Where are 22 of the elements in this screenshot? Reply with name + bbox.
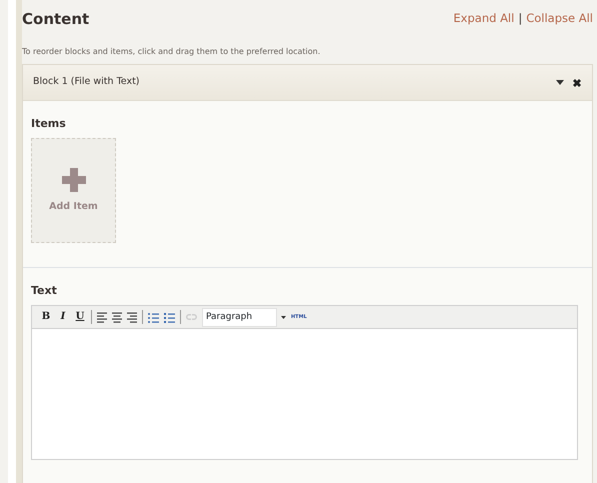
plus-icon[interactable] — [62, 168, 86, 192]
italic-button[interactable]: I — [57, 312, 69, 322]
link-separator: | — [518, 10, 522, 27]
section-title: Content — [22, 10, 90, 28]
bullet-list-icon[interactable] — [148, 312, 159, 323]
align-center-icon[interactable] — [112, 312, 122, 323]
block-title: Block 1 (File with Text) — [33, 75, 140, 90]
numbered-list-icon[interactable] — [164, 312, 175, 323]
bold-button[interactable]: B — [40, 312, 52, 322]
format-dropdown[interactable]: Paragraph — [202, 308, 277, 327]
link[interactable]: Expand All — [453, 10, 514, 28]
close-icon[interactable] — [572, 78, 582, 88]
instruction-text: To reorder blocks and items, click and drag them to the preferred location. — [22, 46, 322, 58]
caret-icon[interactable] — [281, 316, 286, 319]
section-heading: Items — [31, 117, 67, 130]
align-right-icon[interactable] — [127, 312, 137, 323]
link[interactable]: Collapse All — [526, 10, 593, 28]
block-header[interactable]: Block 1 (File with Text) — [23, 65, 592, 101]
caret-icon[interactable] — [556, 80, 564, 85]
underline-button[interactable]: U — [74, 312, 86, 322]
section-heading: Text — [31, 284, 58, 298]
align-left-icon[interactable] — [97, 312, 107, 323]
